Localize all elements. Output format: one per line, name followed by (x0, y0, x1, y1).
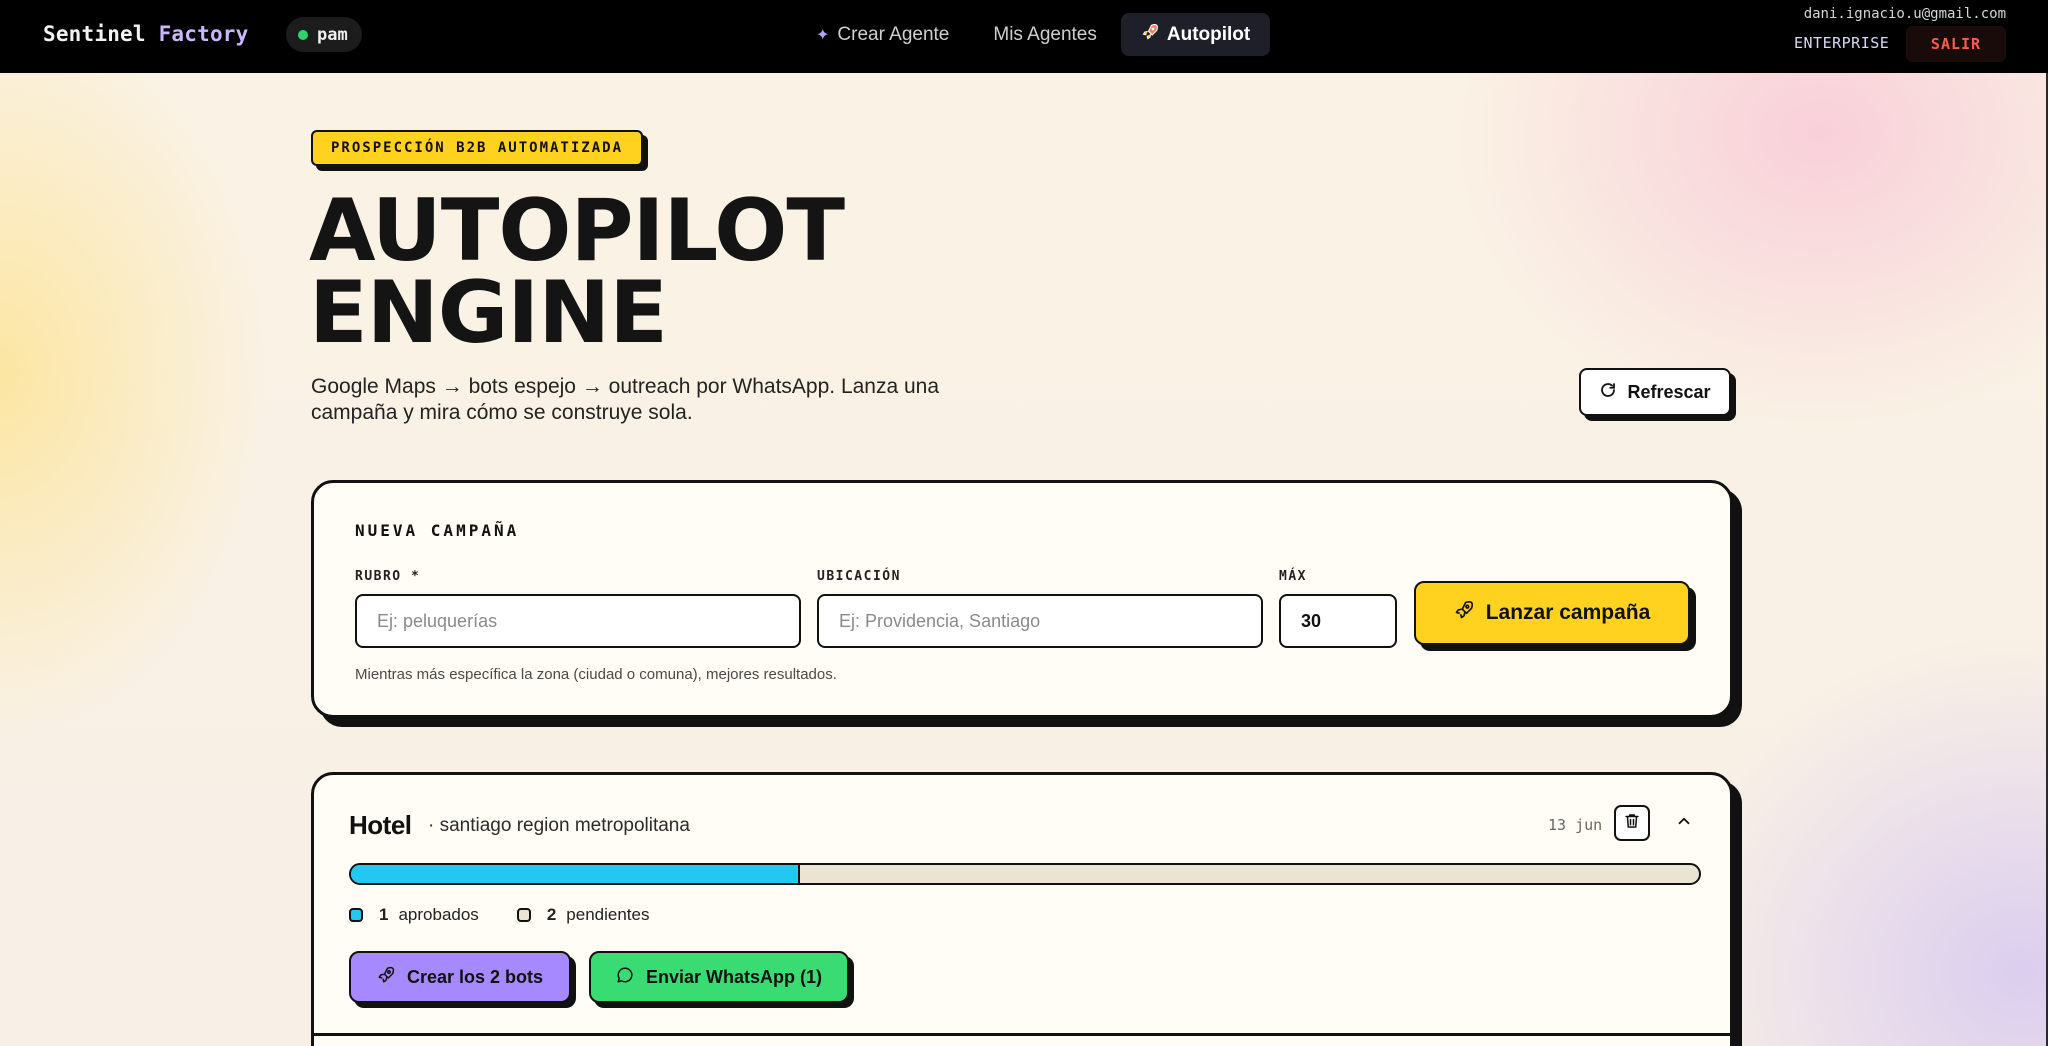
user-pill[interactable]: pam (286, 17, 362, 52)
trash-icon (1623, 812, 1641, 835)
plan-badge: ENTERPRISE (1794, 34, 1890, 52)
refresh-label: Refrescar (1627, 381, 1711, 402)
brand-logo[interactable]: Sentinel Factory (43, 22, 249, 46)
new-campaign-card: NUEVA CAMPAÑA RUBRO * UBICACIÓN MÁX Lanz… (311, 480, 1733, 718)
rubro-label: RUBRO * (355, 569, 421, 584)
user-email: dani.ignacio.u@gmail.com (1803, 6, 2006, 22)
delete-campaign-button[interactable] (1614, 805, 1650, 841)
ubicacion-label: UBICACIÓN (817, 569, 901, 584)
campaign-progress-bar (349, 863, 1701, 885)
title-line-1: AUTOPILOT (309, 181, 845, 281)
user-name: pam (317, 24, 348, 45)
campaign-legend: 1 aprobados 2 pendientes (349, 905, 649, 925)
chat-bubble-icon (616, 966, 634, 989)
nav-label: Crear Agente (837, 23, 950, 45)
approved-swatch (349, 908, 363, 922)
launch-campaign-button[interactable]: Lanzar campaña (1414, 581, 1690, 645)
campaign-title: Hotel (349, 810, 412, 840)
campaign-card: Hotel · santiago region metropolitana 13… (311, 772, 1733, 1046)
page-title: AUTOPILOT ENGINE (309, 181, 1009, 363)
page-subtitle: Google Maps → bots espejo → outreach por… (311, 375, 940, 424)
refresh-button[interactable]: Refrescar (1579, 368, 1731, 416)
pending-swatch (516, 908, 531, 922)
campaign-date: 13 jun (1548, 816, 1603, 834)
max-label: MÁX (1279, 569, 1307, 584)
create-bots-button[interactable]: Crear los 2 bots (349, 951, 571, 1003)
send-whatsapp-label: Enviar WhatsApp (1) (645, 966, 823, 987)
ubicacion-input[interactable] (817, 594, 1263, 648)
nav-mis-agentes[interactable]: Mis Agentes (973, 13, 1117, 56)
nav-crear-agente[interactable]: ✦ Crear Agente (796, 13, 969, 56)
max-input[interactable] (1279, 594, 1397, 648)
hero-tag: PROSPECCIÓN B2B AUTOMATIZADA (311, 130, 644, 166)
nav-autopilot[interactable]: Autopilot (1120, 13, 1271, 56)
create-bots-label: Crear los 2 bots (406, 966, 544, 987)
card-title: NUEVA CAMPAÑA (355, 521, 520, 540)
campaign-location: · santiago region metropolitana (428, 815, 690, 836)
brand-second: Factory (158, 22, 249, 46)
nav-label: Mis Agentes (993, 23, 1097, 45)
rocket-icon (1454, 600, 1474, 626)
location-hint: Mientras más específica la zona (ciudad … (355, 666, 837, 683)
approved-label: aprobados (398, 905, 479, 924)
nav-label: Autopilot (1166, 23, 1251, 45)
send-whatsapp-button[interactable]: Enviar WhatsApp (1) (589, 951, 849, 1003)
progress-fill (351, 865, 800, 883)
launch-label: Lanzar campaña (1485, 601, 1651, 624)
approved-count: 1 (379, 905, 389, 924)
pending-label: pendientes (566, 905, 650, 924)
online-status-icon (298, 29, 308, 40)
logout-button[interactable]: SALIR (1906, 26, 2006, 62)
top-navbar: Sentinel Factory pam ✦ Crear Agente Mis … (0, 0, 2048, 73)
title-line-2: ENGINE (309, 263, 668, 363)
pending-count: 2 (546, 905, 557, 924)
brand-first: Sentinel (43, 22, 146, 46)
rocket-icon (1141, 23, 1159, 47)
sparkle-icon: ✦ (816, 26, 830, 44)
next-card-edge (311, 1033, 1733, 1036)
chevron-up-icon (1675, 812, 1693, 835)
refresh-icon (1599, 381, 1617, 404)
main-nav: ✦ Crear Agente Mis Agentes Autopilot (796, 13, 1271, 56)
rocket-icon (377, 966, 395, 989)
collapse-button[interactable] (1666, 805, 1702, 841)
rubro-input[interactable] (355, 594, 801, 648)
